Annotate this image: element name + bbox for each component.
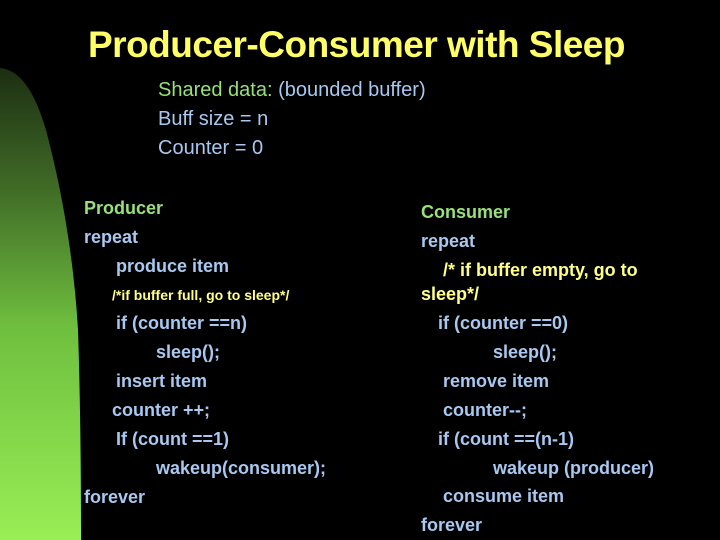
- counter-line: Counter = 0: [158, 137, 264, 159]
- code-line: counter ++;: [112, 400, 211, 420]
- code-line: If (count ==1): [116, 429, 230, 449]
- code-line: wakeup(consumer);: [156, 458, 327, 478]
- shared-data-label: Shared data:: [158, 79, 273, 101]
- code-line: remove item: [443, 371, 550, 391]
- slide-title: Producer-Consumer with Sleep: [88, 24, 626, 65]
- code-comment: /* if buffer empty, go to: [443, 260, 638, 280]
- code-line: sleep();: [493, 342, 558, 362]
- code-line: forever: [421, 515, 483, 535]
- code-line: counter--;: [443, 400, 527, 420]
- code-line: if (counter ==0): [438, 313, 569, 333]
- code-line: produce item: [116, 256, 230, 276]
- code-line: repeat: [421, 231, 476, 251]
- code-line: forever: [84, 487, 146, 507]
- code-line: consume item: [443, 486, 565, 506]
- producer-heading: Producer: [84, 198, 164, 218]
- code-line: insert item: [116, 371, 208, 391]
- code-line: wakeup (producer): [493, 458, 655, 478]
- code-line: if (counter ==n): [116, 313, 248, 333]
- code-line: if (count ==(n-1): [438, 429, 574, 449]
- buff-size-line: Buff size = n: [158, 108, 269, 130]
- code-line: sleep();: [156, 342, 221, 362]
- code-line: repeat: [84, 227, 139, 247]
- code-comment: /*if buffer full, go to sleep*/: [112, 287, 290, 303]
- shared-data-block: Shared data: (bounded buffer) Buff size …: [158, 76, 426, 163]
- shared-data-desc: (bounded buffer): [272, 79, 426, 101]
- shared-data-line: Shared data: (bounded buffer): [158, 76, 426, 105]
- consumer-heading: Consumer: [421, 202, 511, 222]
- code-comment: sleep*/: [421, 284, 480, 304]
